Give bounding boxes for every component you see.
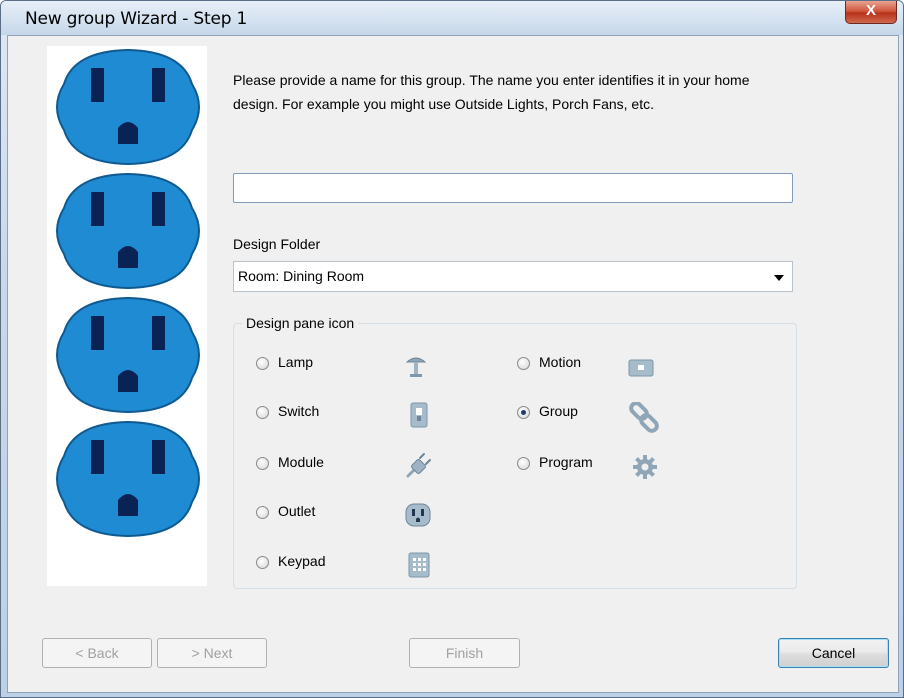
outlet-image	[56, 420, 200, 538]
module-radio[interactable]	[256, 457, 269, 470]
group-option-label: Group	[539, 403, 578, 419]
instruction-line: design. For example you might use Outsid…	[233, 96, 654, 112]
plug-icon	[406, 453, 431, 478]
next-button[interactable]: > Next	[157, 638, 267, 668]
finish-button[interactable]: Finish	[409, 638, 520, 668]
cancel-button[interactable]: Cancel	[778, 638, 889, 668]
title-bar[interactable]: New group Wizard - Step 1 X	[1, 1, 903, 35]
keypad-option-label: Keypad	[278, 553, 326, 569]
motion-sensor-icon	[628, 359, 654, 377]
program-option-label: Program	[539, 454, 593, 470]
design-folder-value: Room: Dining Room	[238, 268, 365, 284]
instruction-text: Please provide a name for this group. Th…	[233, 68, 853, 116]
design-folder-label: Design Folder	[233, 236, 321, 252]
design-folder-dropdown[interactable]: Room: Dining Room	[233, 261, 793, 292]
gear-icon	[633, 455, 657, 479]
outlet-illustration	[47, 46, 207, 586]
program-radio[interactable]	[517, 457, 530, 470]
outlet-icon	[405, 503, 431, 527]
switch-option-label: Switch	[278, 403, 320, 419]
lamp-icon	[405, 357, 427, 377]
group-radio[interactable]	[517, 406, 530, 419]
outlet-image	[56, 296, 200, 414]
switch-radio[interactable]	[256, 406, 269, 419]
group-name-input[interactable]	[233, 173, 793, 203]
module-option-label: Module	[278, 454, 324, 470]
motion-radio[interactable]	[517, 357, 530, 370]
switch-icon	[410, 402, 428, 428]
chain-link-icon	[629, 402, 659, 433]
instruction-line: Please provide a name for this group. Th…	[233, 72, 750, 88]
keypad-icon	[408, 552, 430, 578]
close-button[interactable]: X	[845, 1, 897, 24]
back-button[interactable]: < Back	[42, 638, 152, 668]
outlet-image	[56, 48, 200, 166]
outlet-option-label: Outlet	[278, 503, 316, 519]
close-icon: X	[865, 2, 876, 19]
lamp-option-label: Lamp	[278, 354, 314, 370]
keypad-radio[interactable]	[256, 556, 269, 569]
lamp-radio[interactable]	[256, 357, 269, 370]
design-pane-icon-legend: Design pane icon	[242, 315, 359, 331]
chevron-down-icon[interactable]	[774, 275, 784, 281]
outlet-radio[interactable]	[256, 506, 269, 519]
outlet-image	[56, 172, 200, 290]
window-title: New group Wizard - Step 1	[25, 9, 248, 29]
motion-option-label: Motion	[539, 354, 582, 370]
